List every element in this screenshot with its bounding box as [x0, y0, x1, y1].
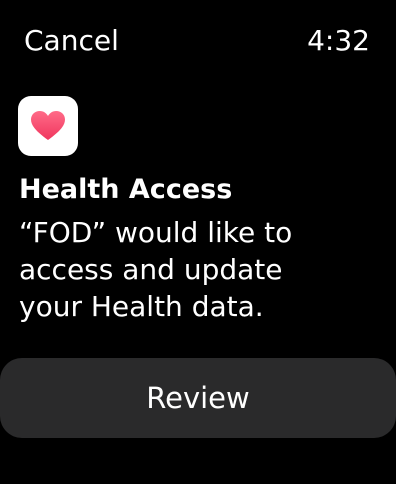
message-line: “FOD” would like to — [19, 216, 293, 249]
cancel-button[interactable]: Cancel — [24, 22, 119, 60]
dialog-message: “FOD” would like to access and update yo… — [19, 214, 349, 325]
dialog-title: Health Access — [19, 174, 233, 205]
message-line: access and update — [19, 253, 283, 286]
clock-time: 4:32 — [307, 24, 370, 57]
message-line: your Health data. — [19, 290, 264, 323]
review-button[interactable]: Review — [0, 358, 396, 438]
heart-icon — [31, 111, 65, 140]
health-app-icon — [18, 96, 78, 156]
status-bar: Cancel 4:32 — [0, 0, 396, 80]
